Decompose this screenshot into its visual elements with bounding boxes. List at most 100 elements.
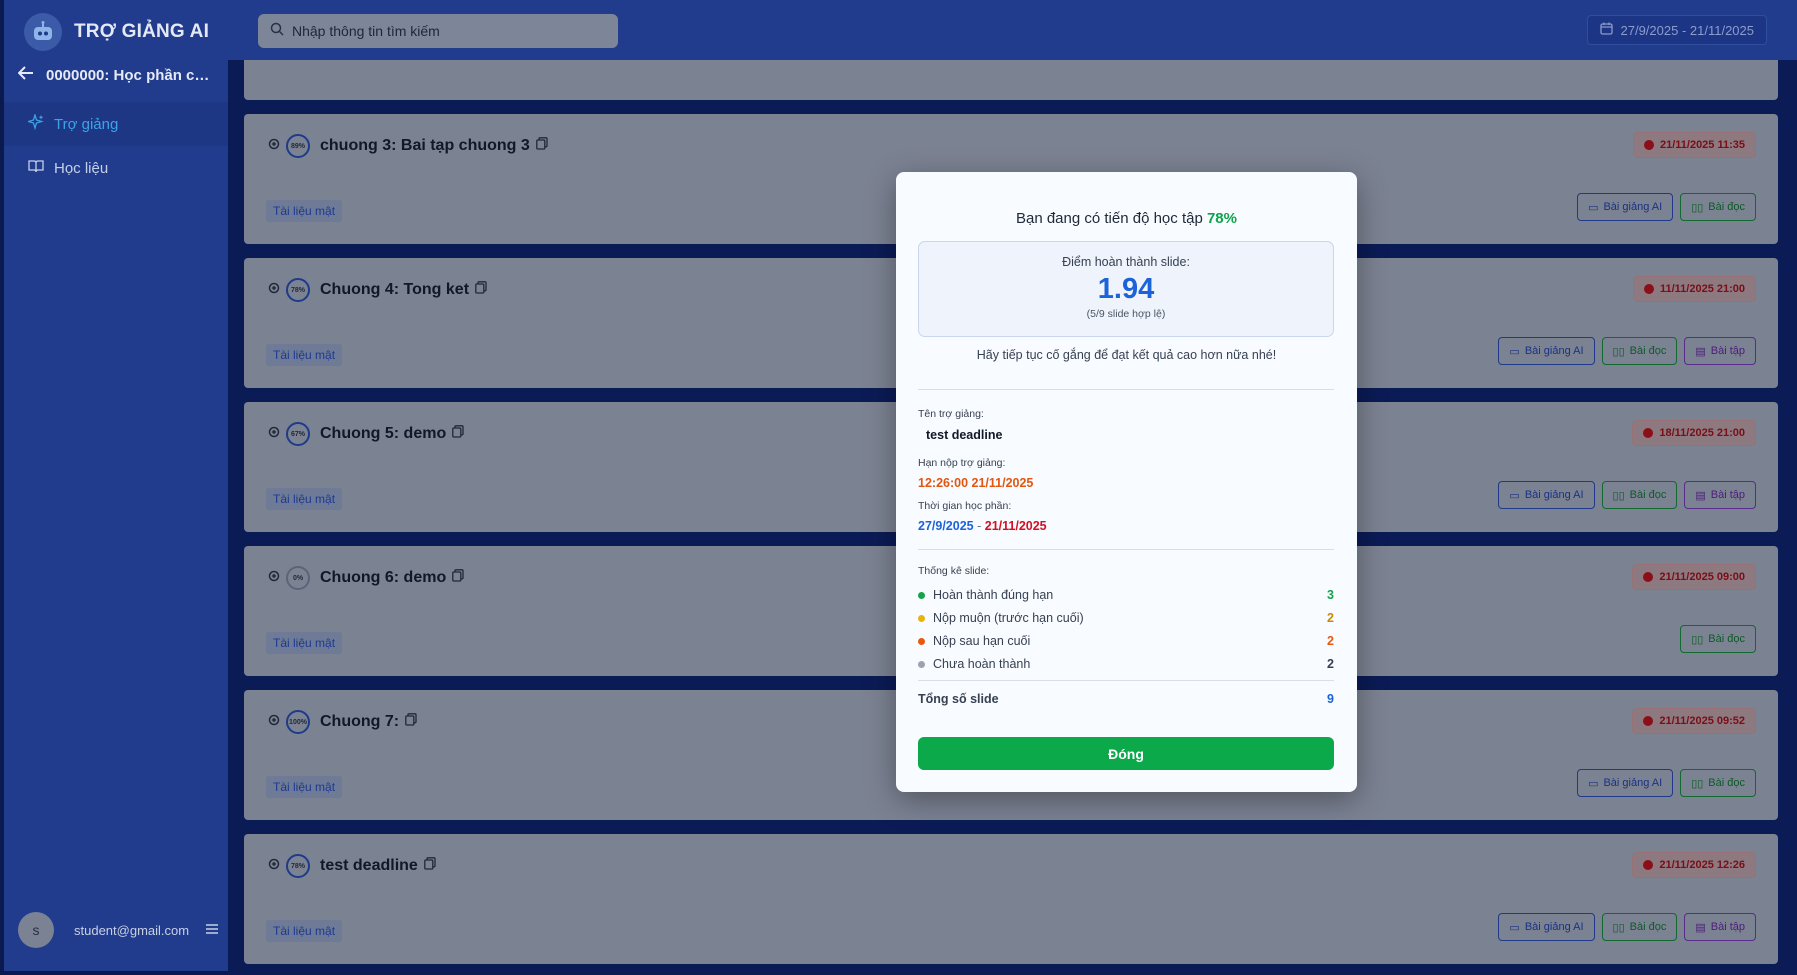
stat-row-after-final: Nộp sau hạn cuối 2 <box>918 634 1334 648</box>
clock-icon <box>1643 716 1654 726</box>
sidebar-item-label: Trợ giảng <box>54 115 119 133</box>
clock-icon <box>1643 140 1654 150</box>
copy-icon[interactable] <box>535 137 548 155</box>
eye-off-icon[interactable] <box>268 857 280 875</box>
score-subtitle: (5/9 slide hợp lệ) <box>1086 308 1166 320</box>
sidebar-item-hoc-lieu[interactable]: Học liệu <box>4 146 228 190</box>
book-icon: ▯▯ <box>1612 489 1625 502</box>
document-icon: ▤ <box>1695 345 1706 358</box>
copy-icon[interactable] <box>452 425 464 443</box>
chapter-header: 89% chuong 3: Bai tạp chuong 3 <box>268 134 548 158</box>
assistant-label: Tên trợ giảng: <box>918 408 984 420</box>
clock-icon <box>1643 572 1654 582</box>
reading-button[interactable]: ▯▯ Bài đọc <box>1601 481 1678 509</box>
ai-lecture-button[interactable]: ▭ Bài giảng AI <box>1498 481 1595 509</box>
progress-ring: 78% <box>286 278 310 302</box>
exercise-button[interactable]: ▤ Bài tập <box>1684 913 1756 941</box>
search-box[interactable] <box>258 14 618 48</box>
score-value: 1.94 <box>1097 273 1155 305</box>
ai-lecture-button[interactable]: ▭ Bài giảng AI <box>1577 193 1674 221</box>
chapter-card[interactable]: 78% test deadline Tài liệu mật 21/11/202… <box>244 834 1778 964</box>
deadline-badge: 21/11/2025 12:26 <box>1632 852 1756 878</box>
progress-ring: 0% <box>286 566 310 590</box>
ai-lecture-button[interactable]: ▭ Bài giảng AI <box>1498 337 1595 365</box>
modal-heading: Bạn đang có tiến độ học tập 78% <box>1015 210 1237 227</box>
brand: TRỢ GIẢNG AI <box>24 13 209 51</box>
ai-lecture-button[interactable]: ▭ Bài giảng AI <box>1498 913 1595 941</box>
copy-icon[interactable] <box>452 569 464 587</box>
deadline-value: 12:26:00 21/11/2025 <box>918 476 1034 490</box>
chapter-header: 0% Chuong 6: demo <box>268 566 464 590</box>
close-button[interactable]: Đóng <box>918 737 1334 770</box>
copy-icon[interactable] <box>475 281 487 299</box>
progress-ring: 89% <box>286 134 310 158</box>
deadline-badge: 18/11/2025 21:00 <box>1632 420 1756 446</box>
chapter-title: Chuong 6: demo <box>320 569 447 586</box>
monitor-icon: ▭ <box>1509 345 1520 358</box>
stat-row-incomplete: Chưa hoàn thành 2 <box>918 657 1334 671</box>
calendar-icon <box>1599 22 1613 38</box>
progress-ring: 100% <box>286 710 310 734</box>
ai-lecture-button[interactable]: ▭ Bài giảng AI <box>1577 769 1674 797</box>
arrow-left-icon[interactable] <box>18 66 34 84</box>
user-email: student@gmail.com <box>74 922 190 938</box>
deadline-badge: 11/11/2025 21:00 <box>1632 276 1756 302</box>
chapter-header: 100% Chuong 7: <box>268 710 417 734</box>
divider <box>918 389 1334 390</box>
sidebar: TRỢ GIẢNG AI 0000000: Học phần chu... Tr… <box>4 0 228 971</box>
exercise-button[interactable]: ▤ Bài tập <box>1684 481 1756 509</box>
chapter-header: 67% Chuong 5: demo <box>268 422 464 446</box>
reading-button[interactable]: ▯▯ Bài đọc <box>1680 193 1756 221</box>
eye-off-icon[interactable] <box>268 425 280 443</box>
period-label: Thời gian học phần: <box>918 500 1012 512</box>
reading-button[interactable]: ▯▯ Bài đọc <box>1601 913 1678 941</box>
clock-icon <box>1643 860 1654 870</box>
clock-icon <box>1643 284 1654 294</box>
stats-label: Thống kê slide: <box>918 565 990 577</box>
search-input[interactable] <box>292 23 592 39</box>
deadline-badge: 21/11/2025 09:52 <box>1632 708 1756 734</box>
book-icon: ▯▯ <box>1612 345 1625 358</box>
stat-row-on-time: Hoàn thành đúng hạn 3 <box>918 588 1334 602</box>
reading-button[interactable]: ▯▯ Bài đọc <box>1680 625 1756 653</box>
eye-off-icon[interactable] <box>268 713 280 731</box>
chapter-title: Chuong 5: demo <box>320 425 447 442</box>
monitor-icon: ▭ <box>1588 777 1599 790</box>
chapter-title: test deadline <box>320 857 418 874</box>
reading-button[interactable]: ▯▯ Bài đọc <box>1601 337 1678 365</box>
monitor-icon: ▭ <box>1509 921 1520 934</box>
eye-off-icon[interactable] <box>268 281 280 299</box>
sidebar-item-tro-giang[interactable]: Trợ giảng <box>4 102 228 146</box>
status-dot <box>918 591 925 599</box>
eye-off-icon[interactable] <box>268 137 280 155</box>
doc-tag: Tài liệu mật <box>266 488 343 510</box>
app-title: TRỢ GIẢNG AI <box>74 21 210 42</box>
topbar: 27/9/2025 - 21/11/2025 <box>228 0 1797 60</box>
total-row: Tổng số slide 9 <box>918 692 1334 706</box>
avatar[interactable]: s <box>18 912 54 948</box>
chapter-title: chuong 3: Bai tạp chuong 3 <box>320 137 530 154</box>
score-label: Điểm hoàn thành slide: <box>1062 255 1190 269</box>
eye-off-icon[interactable] <box>268 569 280 587</box>
document-icon: ▤ <box>1695 921 1706 934</box>
back-to-course[interactable]: 0000000: Học phần chu... <box>18 66 218 84</box>
doc-tag: Tài liệu mật <box>266 200 343 222</box>
exercise-button[interactable]: ▤ Bài tập <box>1684 337 1756 365</box>
copy-icon[interactable] <box>405 713 417 731</box>
book-icon: ▯▯ <box>1691 777 1704 790</box>
progress-ring: 78% <box>286 854 310 878</box>
score-box: Điểm hoàn thành slide: 1.94 (5/9 slide h… <box>918 241 1334 337</box>
copy-icon[interactable] <box>423 857 436 875</box>
course-title: 0000000: Học phần chu... <box>46 66 218 84</box>
search-icon <box>270 22 284 41</box>
document-icon: ▤ <box>1695 489 1706 502</box>
date-range-picker[interactable]: 27/9/2025 - 21/11/2025 <box>1586 15 1767 45</box>
doc-tag: Tài liệu mật <box>266 920 343 942</box>
doc-tag: Tài liệu mật <box>266 344 343 366</box>
user-profile[interactable]: s student@gmail.com <box>18 912 218 948</box>
menu-icon[interactable] <box>206 921 218 939</box>
reading-button[interactable]: ▯▯ Bài đọc <box>1680 769 1756 797</box>
monitor-icon: ▭ <box>1509 489 1520 502</box>
chapter-title: Chuong 7: <box>320 713 400 730</box>
main-content: 89% chuong 3: Bai tạp chuong 3 Tài liệu … <box>228 0 1797 975</box>
